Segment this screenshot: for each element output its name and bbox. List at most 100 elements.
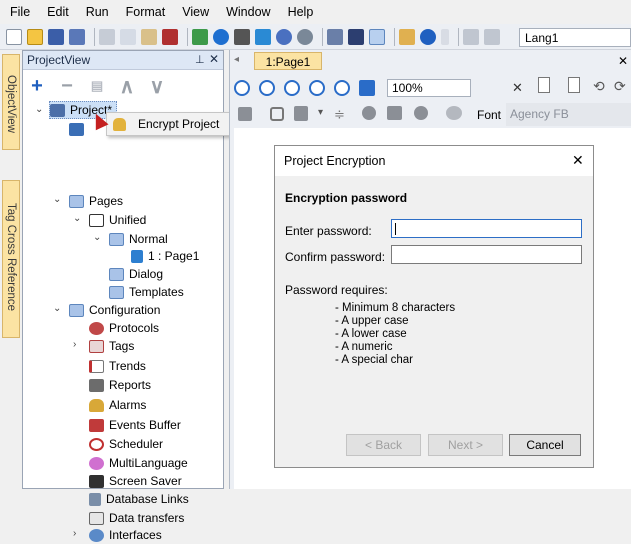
- run-icon[interactable]: [276, 28, 292, 45]
- close-tab-icon[interactable]: ✕: [618, 54, 628, 68]
- download-icon[interactable]: [192, 28, 208, 45]
- tree-item-configuration[interactable]: Configuration: [69, 301, 160, 319]
- enter-password-field[interactable]: [391, 219, 582, 238]
- next-button[interactable]: Next >: [428, 434, 503, 456]
- scroll-left-icon[interactable]: ◂: [234, 54, 239, 65]
- line-style-icon[interactable]: ≑: [334, 107, 345, 123]
- language-select[interactable]: Lang1: [519, 28, 631, 47]
- confirm-password-field[interactable]: [391, 245, 582, 264]
- rotate-left-icon[interactable]: ⟲: [593, 78, 605, 95]
- tree-item-unified[interactable]: Unified: [89, 211, 146, 229]
- tree-item-alarms[interactable]: Alarms: [89, 396, 146, 414]
- dialog-close-icon[interactable]: ✕: [572, 152, 584, 169]
- menu-item-encrypt-project[interactable]: Encrypt Project: [138, 117, 219, 131]
- move-up-icon[interactable]: ∧: [119, 74, 135, 99]
- tree-item-project-settings[interactable]: [69, 120, 89, 138]
- window-icon[interactable]: [327, 28, 343, 45]
- help-icon[interactable]: [420, 28, 436, 45]
- settings-icon[interactable]: [399, 28, 415, 45]
- info-icon[interactable]: [362, 106, 376, 120]
- transfer-icon[interactable]: [234, 28, 250, 45]
- save-icon[interactable]: [48, 28, 64, 45]
- tab-tag-cross-reference[interactable]: Tag Cross Reference: [2, 180, 20, 338]
- tree-item-trends[interactable]: Trends: [89, 357, 146, 375]
- tooltip-icon[interactable]: [446, 106, 462, 120]
- add-icon[interactable]: +: [29, 75, 45, 98]
- tree-item-reports[interactable]: Reports: [89, 376, 151, 394]
- menu-help[interactable]: Help: [288, 5, 314, 19]
- tree-item-events-buffer[interactable]: Events Buffer: [89, 416, 181, 434]
- properties-icon[interactable]: ▤: [89, 78, 105, 94]
- font-select[interactable]: Agency FB: [506, 103, 631, 126]
- cancel-button[interactable]: Cancel: [509, 434, 581, 456]
- menu-view[interactable]: View: [182, 5, 209, 19]
- validate-icon[interactable]: [213, 28, 229, 45]
- tab-object-view[interactable]: ObjectView: [2, 54, 20, 150]
- stop-icon[interactable]: [297, 28, 313, 45]
- layer-icon[interactable]: [348, 28, 364, 45]
- open-folder-icon[interactable]: [27, 28, 43, 45]
- page-copy-icon[interactable]: [568, 77, 580, 93]
- dropdown-icon[interactable]: [441, 28, 449, 45]
- page-icon[interactable]: [538, 77, 550, 93]
- pan-icon[interactable]: [359, 80, 375, 96]
- tree-item-dialog[interactable]: Dialog: [109, 265, 163, 283]
- tree-item-tags[interactable]: Tags: [89, 337, 134, 355]
- tile-icon[interactable]: [369, 28, 385, 45]
- pin-icon[interactable]: ⊥: [195, 53, 205, 66]
- expand-arrow-icon[interactable]: ⌄: [53, 303, 61, 314]
- tree-item-interfaces[interactable]: Interfaces: [89, 526, 162, 544]
- border-icon[interactable]: [270, 107, 284, 121]
- collapse-arrow-icon[interactable]: ›: [73, 339, 76, 350]
- expand-arrow-icon[interactable]: ⌄: [73, 213, 81, 224]
- debug-icon[interactable]: [255, 28, 271, 45]
- fill-dropdown-icon[interactable]: ▾: [318, 107, 323, 118]
- tree-item-screen-saver[interactable]: Screen Saver: [89, 472, 182, 490]
- tree-item-multilanguage[interactable]: MultiLanguage: [89, 454, 188, 472]
- cut-icon[interactable]: [99, 28, 115, 45]
- tree-item-page1[interactable]: 1 : Page1: [131, 247, 199, 265]
- menu-edit[interactable]: Edit: [47, 5, 69, 19]
- back-button[interactable]: < Back: [346, 434, 421, 456]
- expand-arrow-icon[interactable]: ⌄: [35, 104, 43, 115]
- zoom-out-icon[interactable]: [259, 80, 275, 96]
- tree-item-data-transfers[interactable]: Data transfers: [89, 509, 184, 527]
- paste-icon[interactable]: [141, 28, 157, 45]
- tree-item-database-links[interactable]: Database Links: [89, 490, 189, 508]
- requirement-item: - Minimum 8 characters: [335, 302, 456, 314]
- remove-icon[interactable]: −: [59, 75, 75, 98]
- tree-item-scheduler[interactable]: Scheduler: [89, 435, 163, 453]
- image-icon[interactable]: [387, 106, 402, 120]
- align-icon[interactable]: [238, 107, 252, 121]
- expand-arrow-icon[interactable]: ⌄: [53, 194, 61, 205]
- tree-item-normal[interactable]: Normal: [109, 230, 168, 248]
- new-file-icon[interactable]: [6, 28, 22, 45]
- tab-page1[interactable]: 1:Page1: [254, 52, 322, 70]
- menu-format[interactable]: Format: [126, 5, 166, 19]
- fill-color-icon[interactable]: [294, 106, 308, 121]
- rotate-right-icon[interactable]: ⟳: [614, 78, 626, 95]
- tree-item-protocols[interactable]: Protocols: [89, 319, 159, 337]
- zoom-in-icon[interactable]: [234, 80, 250, 96]
- redo-icon[interactable]: [484, 28, 500, 45]
- zoom-select[interactable]: 100%: [387, 79, 471, 97]
- save-all-icon[interactable]: [69, 28, 85, 45]
- expand-arrow-icon[interactable]: ⌄: [93, 232, 101, 243]
- collapse-arrow-icon[interactable]: ›: [73, 528, 76, 539]
- zoom-fit-icon[interactable]: [284, 80, 300, 96]
- disable-icon[interactable]: [414, 106, 428, 120]
- move-down-icon[interactable]: ∨: [149, 74, 165, 99]
- delete-icon[interactable]: [162, 28, 178, 45]
- tree-item-pages[interactable]: Pages: [69, 192, 123, 210]
- zoom-selection-icon[interactable]: [334, 80, 350, 96]
- menu-window[interactable]: Window: [226, 5, 270, 19]
- close-icon[interactable]: ✕: [209, 52, 219, 66]
- menu-file[interactable]: File: [10, 5, 30, 19]
- undo-icon[interactable]: [463, 28, 479, 45]
- zoom-reset-icon[interactable]: [309, 80, 325, 96]
- close-page-icon[interactable]: ✕: [512, 80, 523, 96]
- menu-run[interactable]: Run: [86, 5, 109, 19]
- requirements-label: Password requires:: [285, 283, 388, 297]
- tree-item-templates[interactable]: Templates: [109, 283, 184, 301]
- copy-icon[interactable]: [120, 28, 136, 45]
